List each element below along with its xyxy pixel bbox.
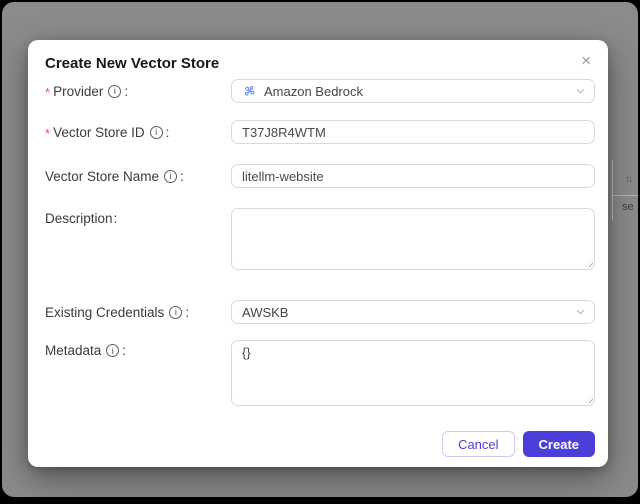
required-mark: * (45, 125, 51, 141)
required-mark: * (45, 84, 51, 100)
info-icon[interactable]: i (108, 84, 122, 98)
existing-credentials-label: Existing Credentials i : (45, 304, 190, 320)
existing-credentials-select[interactable]: AWSKB (231, 300, 595, 324)
description-row: Description : (45, 208, 595, 270)
amazon-bedrock-icon (242, 84, 257, 99)
description-label: Description : (45, 211, 118, 226)
vector-store-name-label: Vector Store Name i : (45, 168, 184, 184)
existing-credentials-row: Existing Credentials i : AWSKB (45, 300, 595, 324)
sort-arrows-icon: ↑↓ (625, 174, 633, 185)
provider-select-value: Amazon Bedrock (264, 83, 363, 99)
provider-label: * Provider i : (45, 83, 129, 100)
info-icon[interactable]: i (169, 305, 183, 319)
create-vector-store-modal: Create New Vector Store × * Provider i : (28, 40, 608, 467)
vector-store-id-label: * Vector Store ID i : (45, 124, 170, 141)
chevron-down-icon (575, 307, 586, 318)
modal-footer: Cancel Create (442, 431, 595, 457)
create-button[interactable]: Create (522, 431, 595, 457)
provider-row: * Provider i : Amazon Bedrock (45, 79, 595, 103)
metadata-row: Metadata i : {} (45, 340, 595, 406)
cancel-button[interactable]: Cancel (442, 431, 515, 457)
close-icon[interactable]: × (578, 49, 594, 72)
vector-store-name-input[interactable] (231, 164, 595, 188)
metadata-textarea[interactable]: {} (231, 340, 595, 406)
info-icon[interactable]: i (106, 344, 120, 357)
chevron-down-icon (575, 86, 586, 97)
dimmed-page-backdrop: ↑↓ se Create New Vector Store × * Provid… (2, 2, 638, 497)
modal-title: Create New Vector Store (45, 55, 220, 72)
info-icon[interactable]: i (149, 125, 163, 139)
description-textarea[interactable] (231, 208, 595, 270)
background-table-border (612, 160, 613, 220)
background-table-border (612, 195, 638, 196)
provider-select[interactable]: Amazon Bedrock (231, 79, 595, 103)
vector-store-name-row: Vector Store Name i : (45, 164, 595, 188)
existing-credentials-select-value: AWSKB (242, 304, 289, 320)
info-icon[interactable]: i (164, 169, 178, 183)
vector-store-id-row: * Vector Store ID i : (45, 120, 595, 144)
vector-store-id-input[interactable] (231, 120, 595, 144)
background-partial-text: se (622, 201, 634, 213)
metadata-label: Metadata i : (45, 343, 127, 358)
